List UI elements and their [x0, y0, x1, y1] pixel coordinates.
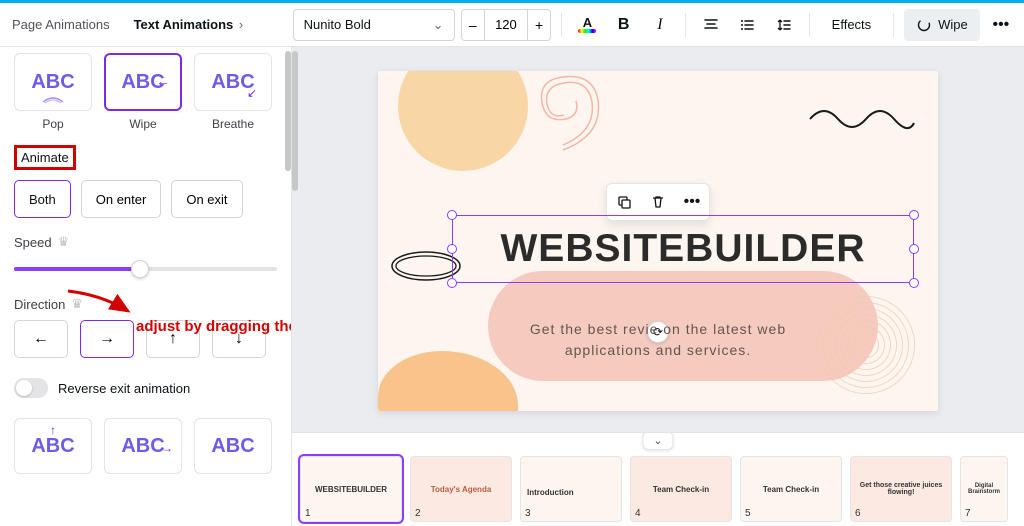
slide-subtitle: Get the best revie on the latest web app…	[378, 319, 938, 361]
more-button[interactable]: •••	[986, 9, 1016, 41]
preset-pan[interactable]: ABC→	[104, 418, 182, 474]
reverse-exit-toggle[interactable]	[14, 378, 48, 398]
font-family-select[interactable]: Nunito Bold ⌄	[293, 9, 455, 41]
slide-headline: WEBSITEBUILDER	[501, 227, 866, 271]
crown-icon: ♛	[71, 296, 83, 312]
preset-rise[interactable]: ABC↑	[14, 418, 92, 474]
direction-right[interactable]: →	[80, 320, 134, 358]
preset-label: Wipe	[104, 117, 182, 131]
slide-thumbnail[interactable]: Team Check-in4	[630, 456, 732, 522]
slide-thumbnail[interactable]: Today's Agenda2	[410, 456, 512, 522]
text-color-button[interactable]: A	[572, 9, 602, 41]
animation-swirl-icon	[916, 17, 932, 33]
chevron-down-icon: ⌄	[433, 17, 444, 33]
font-size-stepper: – +	[461, 9, 552, 41]
top-toolbar: Page Animations Text Animations › Nunito…	[0, 3, 1024, 47]
list-button[interactable]	[732, 9, 762, 41]
align-button[interactable]	[696, 9, 726, 41]
preset-wipe[interactable]: ABC ←	[104, 53, 182, 111]
timing-group: Both On enter On exit	[14, 180, 277, 218]
sidepanel-tabs: Page Animations Text Animations ›	[0, 3, 277, 46]
resize-handle[interactable]	[909, 210, 919, 220]
preset-breathe[interactable]: ABC ↙	[194, 53, 272, 111]
font-size-input[interactable]	[485, 10, 527, 40]
bold-button[interactable]: B	[609, 9, 639, 41]
resize-handle[interactable]	[909, 244, 919, 254]
delete-button[interactable]	[643, 188, 673, 216]
canvas-scrollbar[interactable]	[292, 51, 298, 191]
annotation-text: adjust by dragging the circle	[136, 318, 292, 335]
preset-pop[interactable]: ABC	[14, 53, 92, 111]
slide[interactable]: ••• WEBSITEBUILDER ⟳ Get the best revie …	[378, 71, 938, 411]
decor-swirl	[508, 71, 618, 155]
breathe-icon: ↙	[247, 86, 257, 100]
effects-button[interactable]: Effects	[820, 9, 884, 41]
font-size-decrement[interactable]: –	[462, 10, 485, 40]
slide-thumbnail[interactable]: Digital Brainstorm7	[960, 456, 1008, 522]
crown-icon: ♛	[58, 234, 70, 250]
slide-thumbnail[interactable]: WEBSITEBUILDER1	[300, 456, 402, 522]
timing-on-enter[interactable]: On enter	[81, 180, 162, 218]
expand-thumbnails-button[interactable]: ⌄	[642, 432, 673, 450]
arrow-left-icon: ←	[156, 73, 170, 89]
spacing-button[interactable]	[768, 9, 798, 41]
slide-thumbnail[interactable]: Get those creative juices flowing!6	[850, 456, 952, 522]
animate-heading: Animate	[21, 150, 69, 165]
slide-thumbnail[interactable]: Introduction3	[520, 456, 622, 522]
animation-side-panel: ABC ABC ← ABC ↙ Pop Wipe Breathe Animate…	[0, 47, 292, 526]
italic-button[interactable]: I	[645, 9, 675, 41]
tab-text-animations[interactable]: Text Animations	[134, 17, 234, 32]
selected-text-box[interactable]: WEBSITEBUILDER	[452, 215, 914, 283]
decor-squiggle	[806, 99, 916, 139]
tab-page-animations[interactable]: Page Animations	[12, 17, 110, 32]
canvas-area: ••• WEBSITEBUILDER ⟳ Get the best revie …	[292, 47, 1024, 526]
speed-slider[interactable]	[14, 258, 277, 280]
resize-handle[interactable]	[447, 244, 457, 254]
animation-chip-wipe[interactable]: Wipe	[904, 9, 980, 41]
direction-label: Direction	[14, 297, 65, 312]
speed-slider-thumb[interactable]	[131, 260, 149, 278]
annotation-box: Animate	[14, 145, 76, 170]
context-more-button[interactable]: •••	[677, 188, 707, 216]
duplicate-button[interactable]	[609, 188, 639, 216]
direction-left[interactable]: ←	[14, 320, 68, 358]
font-family-value: Nunito Bold	[304, 17, 371, 32]
preset-fade[interactable]: ABC	[194, 418, 272, 474]
resize-handle[interactable]	[909, 278, 919, 288]
preset-label: Breathe	[194, 117, 272, 131]
speed-label: Speed	[14, 235, 52, 250]
resize-handle[interactable]	[447, 210, 457, 220]
timing-on-exit[interactable]: On exit	[171, 180, 242, 218]
resize-handle[interactable]	[447, 278, 457, 288]
pop-underline-icon	[41, 96, 65, 104]
reverse-exit-label: Reverse exit animation	[58, 381, 190, 396]
preset-label: Pop	[14, 117, 92, 131]
sidebar-scrollbar[interactable]	[285, 51, 291, 171]
slide-thumbnail-strip: ⌄ WEBSITEBUILDER1 Today's Agenda2 Introd…	[292, 432, 1024, 526]
font-size-increment[interactable]: +	[527, 10, 550, 40]
chevron-right-icon: ›	[239, 17, 243, 32]
slide-thumbnail[interactable]: Team Check-in5	[740, 456, 842, 522]
timing-both[interactable]: Both	[14, 180, 71, 218]
